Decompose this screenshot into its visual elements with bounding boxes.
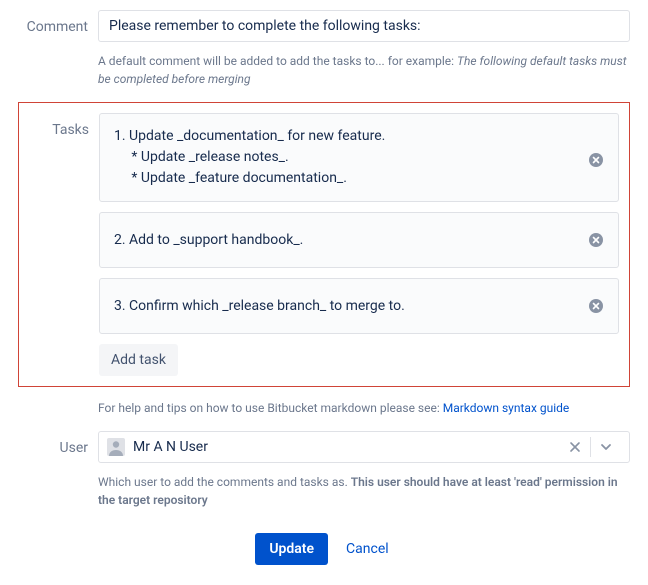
task-text: 2. Add to _support handbook_. <box>114 230 578 251</box>
action-buttons: Update Cancel <box>18 533 630 565</box>
tasks-help-prefix: For help and tips on how to use Bitbucke… <box>98 401 443 415</box>
add-task-button[interactable]: Add task <box>99 344 178 376</box>
cancel-button[interactable]: Cancel <box>342 533 393 565</box>
user-help: Which user to add the comments and tasks… <box>98 473 630 509</box>
clear-user-icon[interactable] <box>560 438 590 456</box>
comment-input[interactable] <box>98 10 630 42</box>
task-text: 3. Confirm which _release branch_ to mer… <box>114 296 578 317</box>
comment-help-prefix: A default comment will be added to add t… <box>98 54 457 68</box>
tasks-help: For help and tips on how to use Bitbucke… <box>98 399 630 417</box>
comment-label: Comment <box>18 10 98 42</box>
remove-task-icon[interactable] <box>588 232 604 248</box>
comment-help: A default comment will be added to add t… <box>98 52 630 88</box>
avatar <box>107 438 125 456</box>
task-card[interactable]: 3. Confirm which _release branch_ to mer… <box>99 278 619 334</box>
tasks-highlight: Tasks 1. Update _documentation_ for new … <box>18 102 630 387</box>
user-select[interactable]: Mr A N User <box>98 431 630 463</box>
task-text: 1. Update _documentation_ for new featur… <box>114 126 578 189</box>
markdown-guide-link[interactable]: Markdown syntax guide <box>443 401 570 415</box>
tasks-label: Tasks <box>19 113 99 376</box>
task-card[interactable]: 2. Add to _support handbook_. <box>99 212 619 268</box>
remove-task-icon[interactable] <box>588 298 604 314</box>
user-help-prefix: Which user to add the comments and tasks… <box>98 475 351 489</box>
update-button[interactable]: Update <box>255 533 328 565</box>
chevron-down-icon[interactable] <box>591 438 621 456</box>
user-name: Mr A N User <box>133 439 560 455</box>
user-label: User <box>18 431 98 463</box>
task-card[interactable]: 1. Update _documentation_ for new featur… <box>99 113 619 202</box>
remove-task-icon[interactable] <box>588 152 604 168</box>
